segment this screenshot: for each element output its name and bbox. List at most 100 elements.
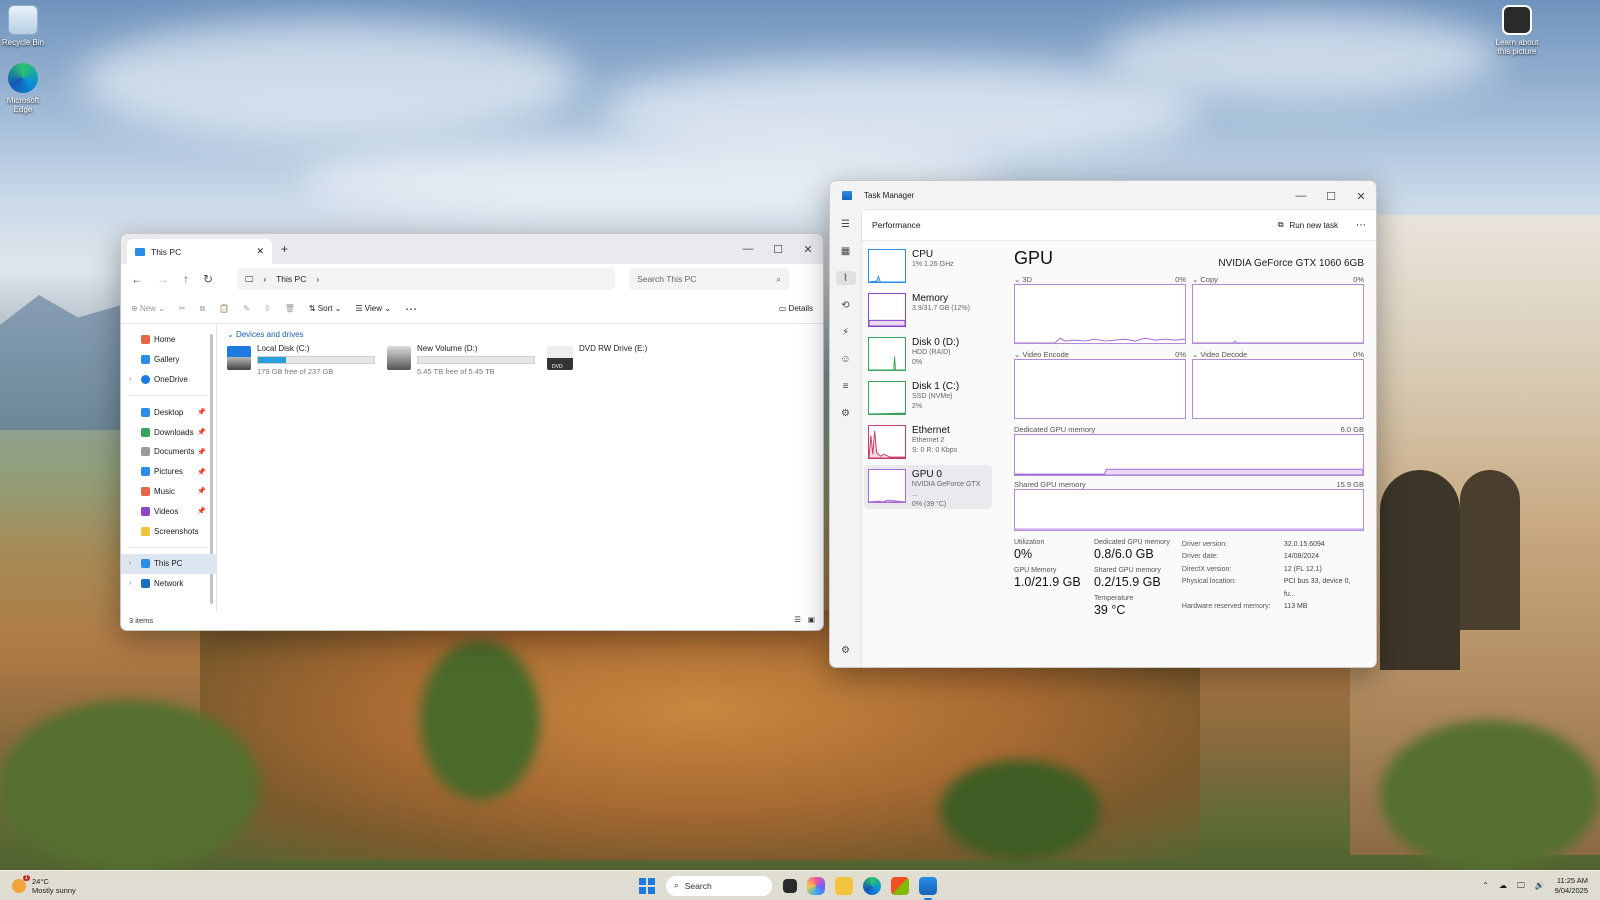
- engine-dropdown[interactable]: ⌄ 3D: [1014, 275, 1032, 284]
- gpu-memory-label: GPU Memory: [1014, 567, 1057, 574]
- drive-item[interactable]: DVD DVD RW Drive (E:): [547, 344, 695, 376]
- group-header[interactable]: ⌄ Devices and drives: [227, 330, 813, 339]
- sort-button[interactable]: ⇅ Sort ⌄: [309, 304, 342, 313]
- maximize-button[interactable]: ☐: [763, 234, 793, 264]
- startup-apps-icon[interactable]: ⚡: [836, 325, 856, 339]
- tiles-view-icon[interactable]: ▣: [808, 615, 815, 624]
- paste-icon[interactable]: 📋: [219, 304, 229, 313]
- minimize-button[interactable]: —: [1286, 181, 1316, 211]
- gpu-info-key: Driver version:: [1181, 541, 1228, 548]
- close-button[interactable]: ✕: [793, 234, 823, 264]
- address-box[interactable]: 🖵 › This PC ›: [237, 268, 616, 290]
- close-button[interactable]: ✕: [1346, 181, 1376, 211]
- task-view-icon[interactable]: [783, 878, 797, 893]
- copilot-icon[interactable]: [807, 876, 825, 895]
- device-graph-thumbnail: [868, 249, 906, 283]
- processes-icon[interactable]: ▦: [836, 244, 856, 258]
- device-item-ethernet[interactable]: Ethernet Ethernet 2 S: 0 R: 0 Kbps: [864, 421, 992, 465]
- breadcrumb[interactable]: This PC: [276, 274, 306, 284]
- pin-icon[interactable]: 📌: [197, 507, 206, 515]
- start-button[interactable]: [639, 877, 655, 894]
- cut-icon[interactable]: ✂: [179, 304, 186, 313]
- close-tab-icon[interactable]: ✕: [256, 246, 264, 257]
- nav-item-network[interactable]: › Network: [121, 574, 216, 594]
- rename-icon[interactable]: ✎: [243, 304, 250, 313]
- new-tab-button[interactable]: +: [281, 242, 288, 256]
- device-sub2: 2%: [912, 403, 923, 410]
- drive-item[interactable]: New Volume (D:) 5.45 TB free of 5.45 TB: [387, 344, 535, 376]
- task-manager-icon[interactable]: [919, 876, 937, 900]
- page-title: Performance: [872, 220, 921, 230]
- desktop-icon-learn-picture[interactable]: Learn about this picture: [1492, 5, 1542, 56]
- search-input[interactable]: Search This PC ⌕: [629, 268, 790, 290]
- run-new-task-button[interactable]: ⧉ Run new task: [1278, 220, 1338, 230]
- pin-icon[interactable]: 📌: [197, 408, 206, 416]
- delete-icon[interactable]: 🗑: [285, 304, 295, 313]
- pin-icon[interactable]: 📌: [197, 468, 206, 476]
- details-view-icon[interactable]: ☰: [794, 615, 801, 624]
- desktop-icon-edge[interactable]: Microsoft Edge: [0, 63, 48, 114]
- copy-icon[interactable]: ⧉: [200, 304, 206, 314]
- up-arrow-icon[interactable]: ↑: [183, 272, 189, 286]
- hamburger-menu-icon[interactable]: ☰: [836, 217, 856, 231]
- weather-widget[interactable]: 1 24°C Mostly sunny: [12, 874, 76, 895]
- store-icon[interactable]: [891, 876, 909, 895]
- engine-dropdown[interactable]: ⌄ Video Decode: [1192, 350, 1247, 359]
- refresh-icon[interactable]: ↻: [203, 272, 213, 286]
- edge-icon[interactable]: [863, 876, 881, 895]
- forward-arrow-icon[interactable]: →: [157, 272, 169, 286]
- nav-item-this-pc[interactable]: › This PC: [121, 553, 216, 574]
- maximize-button[interactable]: ☐: [1316, 181, 1346, 211]
- more-options-icon[interactable]: ⋯: [405, 302, 417, 316]
- chevron-right-icon[interactable]: ›: [129, 376, 131, 383]
- pin-icon[interactable]: 📌: [197, 487, 206, 495]
- details-icon[interactable]: ≡: [836, 379, 856, 393]
- nav-item-music[interactable]: Music 📌: [121, 482, 216, 502]
- engine-dropdown[interactable]: ⌄ Copy: [1192, 275, 1218, 284]
- network-tray-icon[interactable]: 🖵: [1517, 881, 1525, 891]
- services-icon[interactable]: ⚙: [836, 406, 856, 420]
- desktop-icon-recycle-bin[interactable]: Recycle Bin: [0, 5, 48, 47]
- nav-item-screenshots[interactable]: Screenshots: [121, 521, 216, 541]
- nav-item-desktop[interactable]: Desktop 📌: [121, 402, 216, 422]
- nav-item-gallery[interactable]: Gallery: [121, 350, 216, 370]
- taskbar-search[interactable]: ⌕ Search: [665, 874, 773, 897]
- device-item-cpu[interactable]: CPU 1% 1.26 GHz: [864, 245, 992, 289]
- show-hidden-icons-icon[interactable]: ⌃: [1482, 881, 1489, 890]
- clock[interactable]: 11:25 AM 9/04/2025: [1555, 876, 1588, 896]
- explorer-tab[interactable]: This PC ✕: [127, 239, 272, 264]
- nav-item-downloads[interactable]: Downloads 📌: [121, 422, 216, 442]
- device-item-gpu-0[interactable]: GPU 0 NVIDIA GeForce GTX ... 0% (39 °C): [864, 465, 992, 509]
- view-button[interactable]: ☰ View ⌄: [355, 304, 391, 313]
- nav-item-pictures[interactable]: Pictures 📌: [121, 462, 216, 482]
- back-arrow-icon[interactable]: ←: [131, 272, 143, 286]
- pin-icon[interactable]: 📌: [197, 428, 206, 436]
- device-item-memory[interactable]: Memory 3.9/31.7 GB (12%): [864, 289, 992, 333]
- share-icon[interactable]: ⇪: [264, 304, 271, 313]
- drive-item[interactable]: Local Disk (C:) 179 GB free of 237 GB: [227, 344, 375, 376]
- onedrive-tray-icon[interactable]: ☁: [1499, 881, 1507, 890]
- more-options-icon[interactable]: ⋯: [1356, 220, 1366, 231]
- minimize-button[interactable]: —: [733, 234, 763, 264]
- nav-item-home[interactable]: Home: [121, 330, 216, 350]
- users-icon[interactable]: ☺: [836, 352, 856, 366]
- pin-icon[interactable]: 📌: [197, 448, 206, 456]
- nav-item-documents[interactable]: Documents 📌: [121, 442, 216, 462]
- device-sparkline: [868, 499, 905, 502]
- engine-dropdown[interactable]: ⌄ Video Encode: [1014, 350, 1069, 359]
- chevron-right-icon[interactable]: ›: [129, 580, 131, 587]
- nav-item-videos[interactable]: Videos 📌: [121, 501, 216, 521]
- chevron-right-icon[interactable]: ›: [129, 560, 131, 567]
- device-item-disk-1-c[interactable]: Disk 1 (C:) SSD (NVMe) 2%: [864, 377, 992, 421]
- gpu-info-value: 113 MB: [1283, 603, 1308, 611]
- file-explorer-icon[interactable]: [835, 876, 853, 895]
- details-button[interactable]: ▭ Details: [779, 304, 813, 313]
- settings-icon[interactable]: ⚙: [836, 643, 856, 657]
- chevron-right-icon[interactable]: ›: [316, 274, 319, 284]
- app-history-icon[interactable]: ⟲: [836, 298, 856, 312]
- new-button[interactable]: ⊕ New ⌄: [131, 304, 165, 313]
- device-item-disk-0-d[interactable]: Disk 0 (D:) HDD (RAID) 0%: [864, 333, 992, 377]
- volume-icon[interactable]: 🔊: [1535, 881, 1545, 890]
- performance-icon[interactable]: ⌇: [835, 271, 856, 285]
- nav-item-onedrive[interactable]: › OneDrive: [121, 370, 216, 390]
